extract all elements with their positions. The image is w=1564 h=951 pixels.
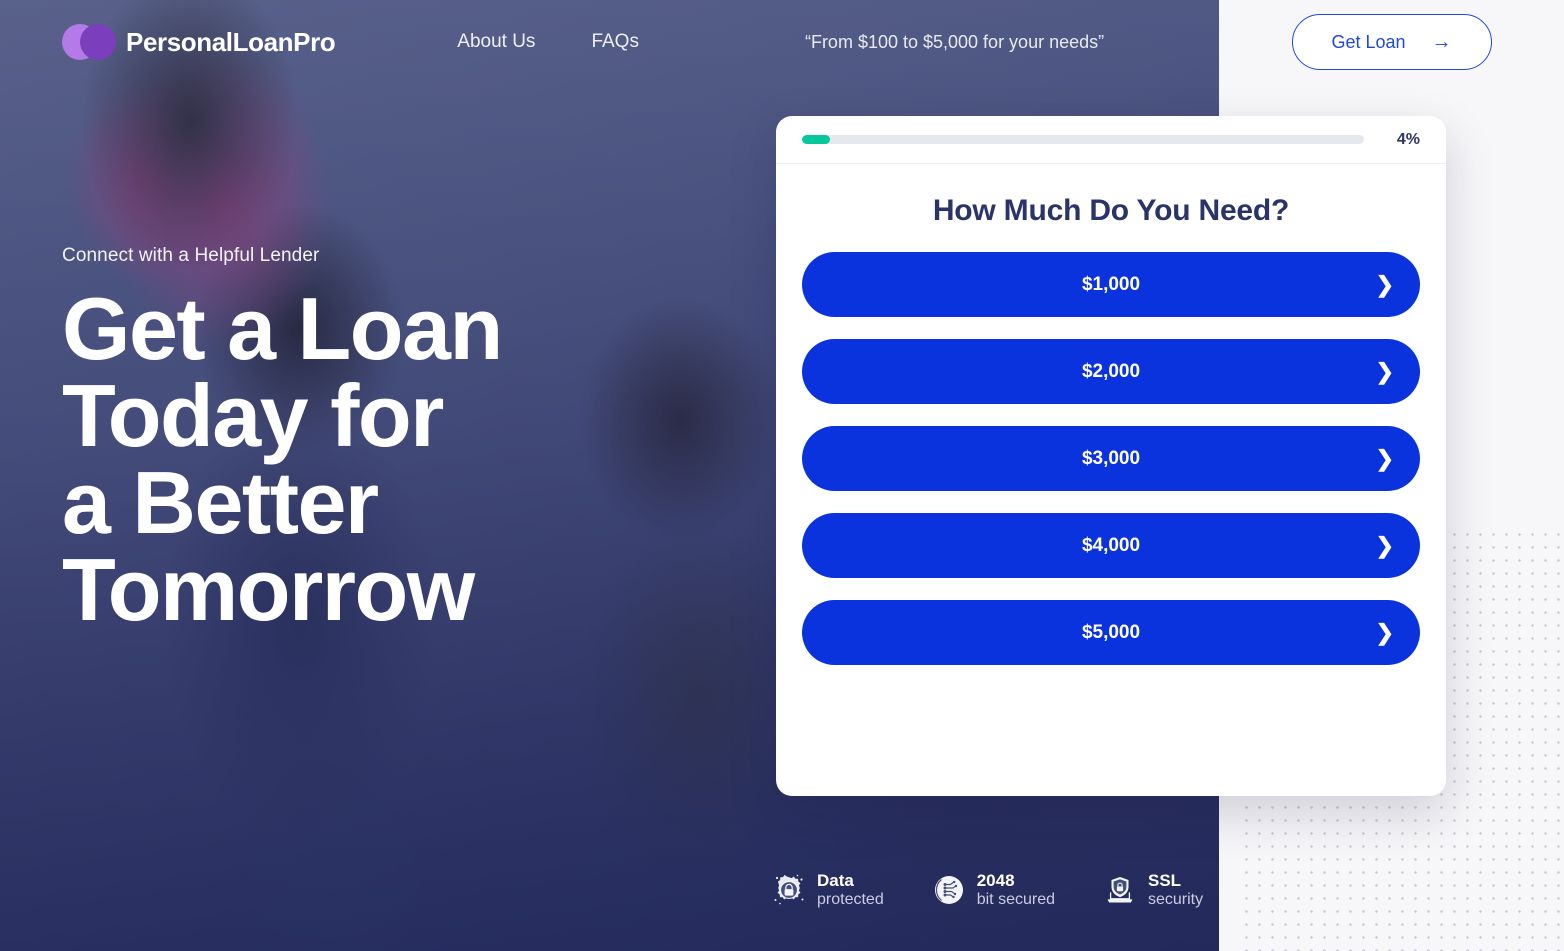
loan-amount-5000-label: $5,000 (1081, 621, 1141, 643)
laptop-shield-lock-icon (1107, 877, 1133, 903)
loan-amount-card: 4% How Much Do You Need? $1,000 ❯ $2,000 ❯ $… (776, 116, 1446, 796)
get-loan-button[interactable]: Get Loan → (1291, 14, 1492, 70)
badge-2048-bit-secured: 2048 bit secured (932, 871, 1055, 909)
badge-ssl-line2: security (1147, 890, 1204, 908)
hero-headline-line-4: Tomorrow (62, 540, 475, 640)
nav-item-faqs[interactable]: FAQs (591, 31, 639, 53)
get-loan-button-label: Get Loan (1331, 31, 1406, 52)
badge-ssl-security: SSL security (1103, 871, 1203, 909)
loan-amount-options: $1,000 ❯ $2,000 ❯ $3,000 ❯ $4,000 ❯ $5,000 ❯ (776, 252, 1446, 665)
loan-amount-4000-label: $4,000 (1081, 534, 1141, 556)
arrow-right-icon: → (1431, 31, 1452, 53)
loan-amount-1000[interactable]: $1,000 ❯ (802, 252, 1420, 317)
hero-eyebrow: Connect with a Helpful Lender (62, 245, 320, 266)
logo-circle-dark (80, 24, 116, 60)
site-header: PersonalLoanPro About Us FAQs “From $100… (0, 0, 1564, 84)
two-overlapping-circles-icon (62, 22, 116, 62)
badge-data-protected: Data protected (772, 871, 884, 909)
chevron-right-icon: ❯ (1375, 358, 1394, 384)
hero-copy: Connect with a Helpful Lender Get a Loan… (62, 245, 702, 640)
badge-2048-line2: bit secured (976, 890, 1055, 908)
brand-name: PersonalLoanPro (126, 26, 336, 57)
loan-amount-5000[interactable]: $5,000 ❯ (802, 600, 1420, 665)
header-cta-container: Get Loan → (1219, 0, 1564, 84)
card-title: How Much Do You Need? (932, 194, 1290, 227)
chevron-right-icon: ❯ (1375, 532, 1394, 558)
gear-lock-icon (774, 874, 804, 905)
hero-headline-line-2: Today for (62, 366, 444, 466)
badge-data-protected-line1: Data (817, 871, 854, 891)
chevron-right-icon: ❯ (1375, 445, 1394, 471)
card-progress-row: 4% (776, 116, 1446, 164)
circuit-circle-icon (934, 876, 963, 905)
header-tagline: “From $100 to $5,000 for your needs” (804, 31, 1105, 52)
chevron-right-icon: ❯ (1375, 271, 1394, 297)
progress-bar-track (802, 135, 1364, 144)
badge-2048-line1: 2048 (976, 871, 1015, 891)
hero-headline: Get a Loan Today for a Better Tomorrow (62, 279, 702, 640)
badge-data-protected-text: Data protected (817, 871, 884, 909)
loan-amount-3000[interactable]: $3,000 ❯ (802, 426, 1420, 491)
nav-item-about-us[interactable]: About Us (457, 31, 535, 53)
progress-percent-label: 4% (1396, 130, 1420, 148)
badge-ssl-text: SSL security (1148, 871, 1203, 909)
loan-amount-4000[interactable]: $4,000 ❯ (802, 513, 1420, 578)
trust-badges: Data protected 2048 bit secured SSL secu… (772, 871, 1203, 909)
main-nav: About Us FAQs (457, 31, 639, 53)
badge-ssl-line1: SSL (1147, 871, 1182, 891)
hero-headline-line-1: Get a Loan (62, 279, 503, 378)
loan-amount-3000-label: $3,000 (1081, 447, 1141, 469)
brand-logo[interactable]: PersonalLoanPro (62, 22, 336, 62)
loan-amount-2000-label: $2,000 (1081, 360, 1141, 382)
badge-2048-text: 2048 bit secured (977, 871, 1055, 909)
badge-data-protected-line2: protected (817, 890, 884, 908)
chevron-right-icon: ❯ (1375, 619, 1394, 645)
loan-amount-1000-label: $1,000 (1081, 273, 1141, 295)
loan-amount-2000[interactable]: $2,000 ❯ (802, 339, 1420, 404)
page-root: Connect with a Helpful Lender Get a Loan… (0, 0, 1564, 951)
progress-bar-fill (802, 135, 830, 144)
hero-headline-line-3: a Better (62, 453, 379, 553)
